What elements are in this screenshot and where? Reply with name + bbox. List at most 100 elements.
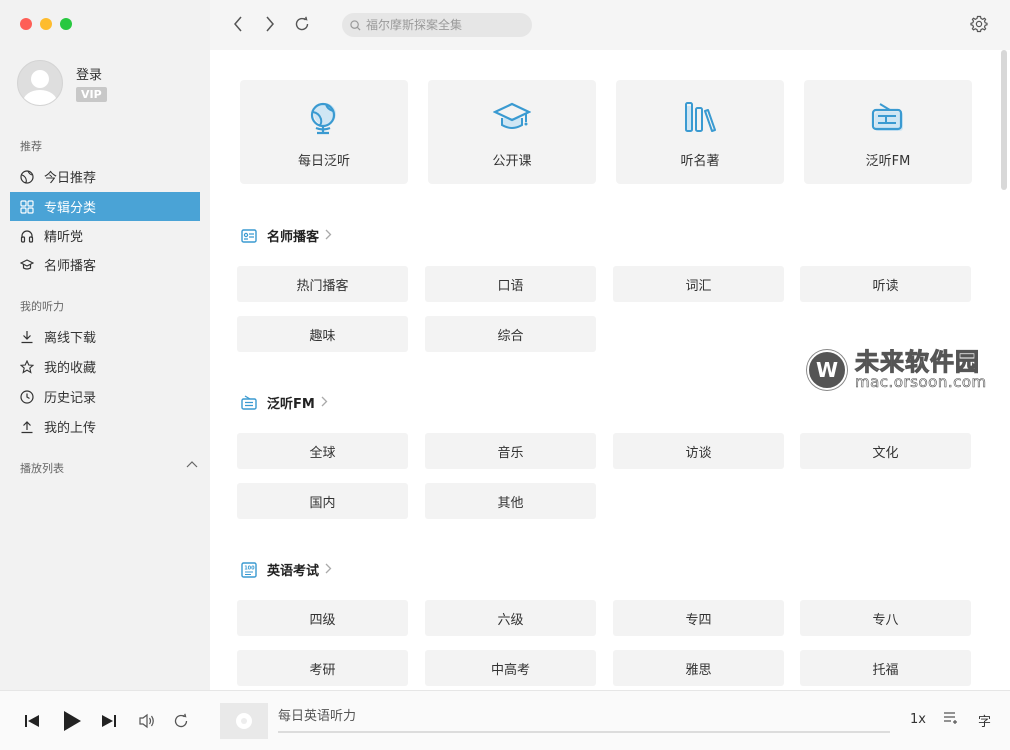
tag-vocabulary[interactable]: 词汇 bbox=[613, 266, 784, 302]
tag-tem4[interactable]: 专四 bbox=[613, 600, 784, 636]
tag-tem8[interactable]: 专八 bbox=[800, 600, 971, 636]
feature-card-daily[interactable]: 每日泛听 bbox=[240, 80, 408, 184]
playlist-queue-button[interactable] bbox=[943, 711, 959, 729]
star-icon bbox=[20, 359, 34, 374]
forward-button[interactable] bbox=[260, 14, 280, 34]
tag-music[interactable]: 音乐 bbox=[425, 433, 596, 469]
globe-icon bbox=[304, 98, 344, 138]
sidebar-item-offline-download[interactable]: 离线下载 bbox=[10, 322, 200, 351]
section-title: 英语考试 bbox=[267, 564, 320, 579]
repeat-button[interactable] bbox=[171, 709, 191, 733]
graduation-cap-icon bbox=[20, 258, 34, 272]
graduation-cap-icon bbox=[492, 98, 532, 138]
podcast-icon bbox=[240, 227, 258, 245]
chevron-right-icon bbox=[266, 16, 274, 32]
tag-interview[interactable]: 访谈 bbox=[613, 433, 784, 469]
feature-card-open-course[interactable]: 公开课 bbox=[428, 80, 596, 184]
tag-high-school-exam[interactable]: 中高考 bbox=[425, 650, 596, 686]
tag-toefl[interactable]: 托福 bbox=[800, 650, 971, 686]
watermark-logo-icon: W bbox=[807, 350, 847, 391]
tag-hot-podcast[interactable]: 热门播客 bbox=[237, 266, 408, 302]
section-title-playlist[interactable]: 播放列表 bbox=[20, 460, 64, 476]
tag-postgraduate[interactable]: 考研 bbox=[237, 650, 408, 686]
sidebar-item-history[interactable]: 历史记录 bbox=[10, 382, 200, 411]
sidebar-item-today[interactable]: 今日推荐 bbox=[10, 162, 200, 191]
sidebar-item-teacher-podcast[interactable]: 名师播客 bbox=[10, 250, 200, 279]
player-bar: 每日英语听力 1x 字 bbox=[0, 690, 1010, 750]
playback-speed-button[interactable]: 1x bbox=[910, 712, 926, 727]
zoom-window-button[interactable] bbox=[60, 18, 72, 30]
refresh-icon bbox=[295, 16, 309, 31]
exam-icon: 100 bbox=[240, 561, 258, 579]
watermark-title: 未来软件园 bbox=[855, 348, 980, 376]
volume-button[interactable] bbox=[137, 709, 157, 733]
settings-button[interactable] bbox=[970, 15, 990, 35]
radio-icon bbox=[868, 98, 908, 138]
next-track-button[interactable] bbox=[99, 709, 119, 733]
grid-icon bbox=[20, 199, 34, 214]
previous-track-button[interactable] bbox=[22, 709, 42, 733]
feature-label: 听名著 bbox=[680, 154, 720, 169]
repeat-icon bbox=[174, 713, 188, 728]
subtitle-button[interactable]: 字 bbox=[978, 711, 991, 730]
books-icon bbox=[680, 98, 720, 138]
sidebar: 登录 VIP 推荐 今日推荐 专辑分类 精听党 名师播客 我的听力 离线下载 我… bbox=[0, 0, 210, 690]
progress-bar[interactable] bbox=[278, 731, 890, 733]
tag-fun[interactable]: 趣味 bbox=[237, 316, 408, 352]
back-button[interactable] bbox=[228, 14, 248, 34]
feature-label: 泛听FM bbox=[865, 154, 911, 169]
sidebar-item-intensive[interactable]: 精听党 bbox=[10, 221, 200, 250]
tag-speaking[interactable]: 口语 bbox=[425, 266, 596, 302]
sidebar-item-label: 名师播客 bbox=[44, 259, 97, 274]
main-content: 每日泛听 公开课 听名著 泛听FM 名师播客 热门播客 口语 词汇 听读 趣味 … bbox=[210, 50, 1010, 690]
skip-previous-icon bbox=[25, 715, 39, 727]
section-header-teacher-podcast[interactable]: 名师播客 bbox=[240, 226, 332, 245]
watermark-url: mac.orsoon.com bbox=[855, 373, 987, 391]
sidebar-item-label: 我的收藏 bbox=[44, 361, 97, 376]
window-controls bbox=[20, 18, 72, 30]
speaker-icon bbox=[139, 713, 154, 729]
close-window-button[interactable] bbox=[20, 18, 32, 30]
feature-card-fm[interactable]: 泛听FM bbox=[804, 80, 972, 184]
avatar[interactable] bbox=[17, 60, 63, 106]
search-box[interactable] bbox=[342, 13, 532, 37]
topbar bbox=[210, 0, 1010, 50]
chevron-up-icon[interactable] bbox=[186, 460, 198, 471]
minimize-window-button[interactable] bbox=[40, 18, 52, 30]
feature-label: 公开课 bbox=[492, 154, 532, 169]
tag-cet6[interactable]: 六级 bbox=[425, 600, 596, 636]
section-title-my-listening: 我的听力 bbox=[20, 300, 64, 313]
globe-icon bbox=[20, 169, 34, 184]
login-link[interactable]: 登录 bbox=[76, 64, 107, 83]
track-cover[interactable] bbox=[220, 703, 268, 739]
section-title: 名师播客 bbox=[267, 230, 320, 245]
section-title: 泛听FM bbox=[267, 397, 315, 412]
user-panel[interactable]: 登录 VIP bbox=[17, 60, 107, 106]
tag-other[interactable]: 其他 bbox=[425, 483, 596, 519]
scrollbar[interactable] bbox=[1001, 50, 1009, 190]
tag-global[interactable]: 全球 bbox=[237, 433, 408, 469]
play-icon bbox=[64, 711, 81, 731]
watermark: W 未来软件园 mac.orsoon.com bbox=[807, 350, 987, 391]
sidebar-item-my-uploads[interactable]: 我的上传 bbox=[10, 412, 200, 441]
sidebar-item-favorites[interactable]: 我的收藏 bbox=[10, 352, 200, 381]
tag-cet4[interactable]: 四级 bbox=[237, 600, 408, 636]
headphones-icon bbox=[20, 229, 34, 243]
section-header-fm[interactable]: 泛听FM bbox=[240, 393, 328, 412]
tag-domestic[interactable]: 国内 bbox=[237, 483, 408, 519]
tag-culture[interactable]: 文化 bbox=[800, 433, 971, 469]
feature-card-classics[interactable]: 听名著 bbox=[616, 80, 784, 184]
track-title: 每日英语听力 bbox=[278, 709, 357, 724]
tag-listen-read[interactable]: 听读 bbox=[800, 266, 971, 302]
search-input[interactable] bbox=[366, 18, 526, 32]
sidebar-item-label: 我的上传 bbox=[44, 421, 97, 436]
download-icon bbox=[20, 330, 34, 344]
play-button[interactable] bbox=[60, 709, 84, 733]
chevron-right-icon bbox=[325, 563, 332, 577]
refresh-button[interactable] bbox=[292, 14, 312, 34]
tag-general[interactable]: 综合 bbox=[425, 316, 596, 352]
tag-ielts[interactable]: 雅思 bbox=[613, 650, 784, 686]
sidebar-item-label: 今日推荐 bbox=[44, 171, 97, 186]
section-header-english-exam[interactable]: 100 英语考试 bbox=[240, 560, 332, 579]
sidebar-item-album-category[interactable]: 专辑分类 bbox=[10, 192, 200, 221]
